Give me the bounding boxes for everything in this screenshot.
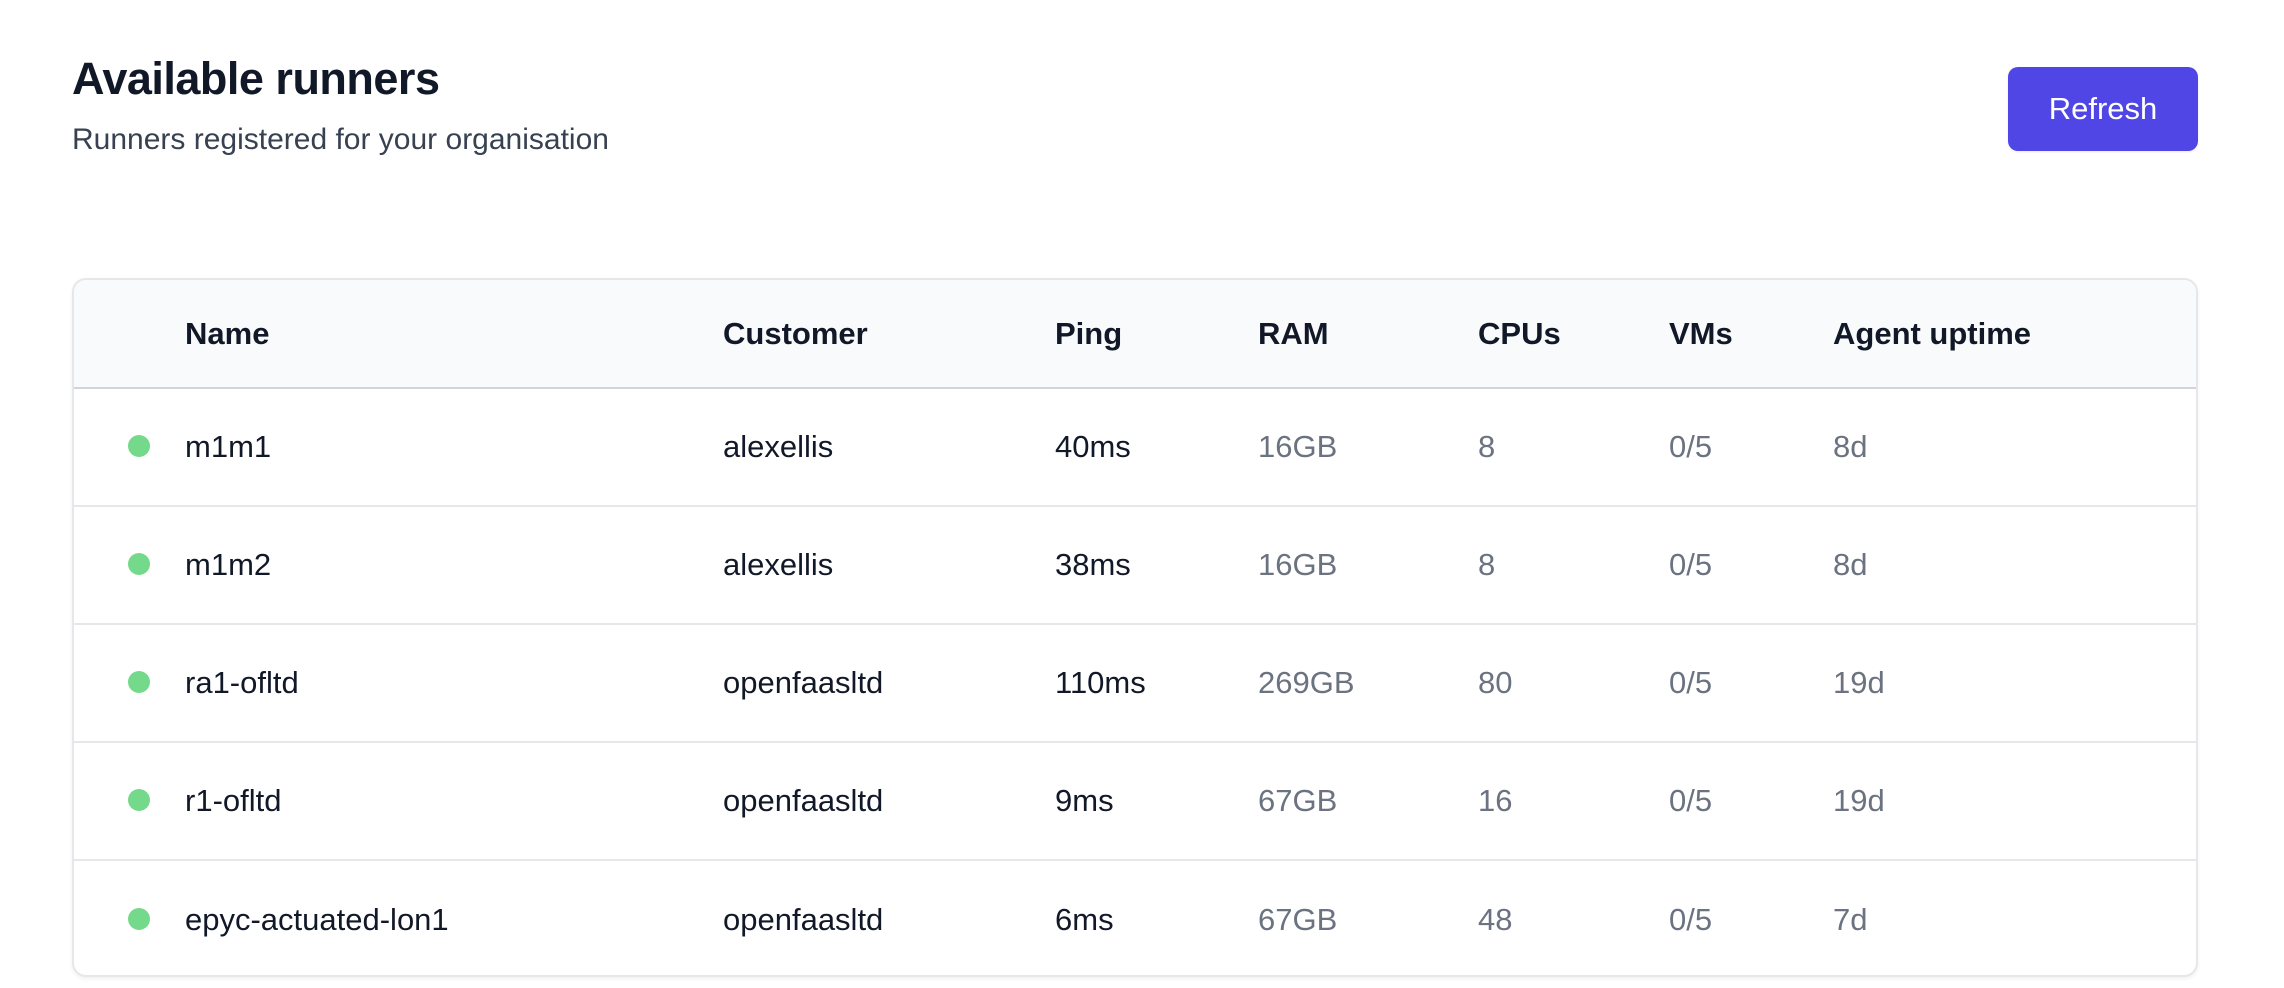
column-header-cpus: CPUs xyxy=(1478,315,1561,351)
table-body: m1m1 alexellis 40ms 16GB 8 0/5 8d m1m2 a… xyxy=(74,388,2196,975)
runner-vms: 0/5 xyxy=(1669,547,1713,582)
runner-vms: 0/5 xyxy=(1669,429,1713,464)
runner-ram: 16GB xyxy=(1258,429,1338,464)
runner-cpus: 48 xyxy=(1478,901,1513,937)
runner-ram: 67GB xyxy=(1258,783,1338,818)
column-header-name: Name xyxy=(185,315,270,351)
runners-table-card: Name Customer Ping RAM CPUs VMs Agent up… xyxy=(72,278,2198,977)
table-row: m1m1 alexellis 40ms 16GB 8 0/5 8d xyxy=(74,388,2196,506)
status-online-icon xyxy=(128,671,150,693)
runner-vms: 0/5 xyxy=(1669,783,1713,818)
runner-name: m1m1 xyxy=(185,429,272,464)
runner-ping: 40ms xyxy=(1055,429,1131,464)
runner-vms: 0/5 xyxy=(1669,665,1713,700)
refresh-button[interactable]: Refresh xyxy=(2008,67,2198,151)
runner-cpus: 80 xyxy=(1478,665,1513,700)
status-online-icon xyxy=(128,435,150,457)
column-header-ram: RAM xyxy=(1258,315,1329,351)
runner-customer: openfaasltd xyxy=(723,783,884,818)
runner-name: r1-ofltd xyxy=(185,783,282,818)
page-title: Available runners xyxy=(72,53,440,104)
status-online-icon xyxy=(128,789,150,811)
column-header-status xyxy=(74,280,185,388)
runner-ram: 269GB xyxy=(1258,665,1355,700)
column-header-agent-uptime: Agent uptime xyxy=(1833,315,2032,351)
column-header-ping: Ping xyxy=(1055,315,1123,351)
column-header-vms: VMs xyxy=(1669,315,1733,351)
runner-cpus: 8 xyxy=(1478,429,1496,464)
runner-customer: openfaasltd xyxy=(723,901,884,937)
runner-agent-uptime: 8d xyxy=(1833,429,1868,464)
runner-cpus: 16 xyxy=(1478,783,1513,818)
runner-name: epyc-actuated-lon1 xyxy=(185,901,449,937)
runner-agent-uptime: 19d xyxy=(1833,783,1885,818)
runner-customer: alexellis xyxy=(723,429,834,464)
runner-vms: 0/5 xyxy=(1669,901,1713,937)
table-row: r1-ofltd openfaasltd 9ms 67GB 16 0/5 19d xyxy=(74,742,2196,860)
runner-ping: 9ms xyxy=(1055,783,1114,818)
column-header-customer: Customer xyxy=(723,315,868,351)
page-header: Available runners Runners registered for… xyxy=(72,50,609,160)
table-header-row: Name Customer Ping RAM CPUs VMs Agent up… xyxy=(74,280,2196,388)
status-online-icon xyxy=(128,907,150,930)
runner-agent-uptime: 8d xyxy=(1833,547,1868,582)
table-row: epyc-actuated-lon1 openfaasltd 6ms 67GB … xyxy=(74,860,2196,975)
runner-agent-uptime: 7d xyxy=(1833,901,1868,937)
runners-table: Name Customer Ping RAM CPUs VMs Agent up… xyxy=(74,280,2196,975)
runner-cpus: 8 xyxy=(1478,547,1496,582)
runner-ram: 16GB xyxy=(1258,547,1338,582)
table-row: ra1-ofltd openfaasltd 110ms 269GB 80 0/5… xyxy=(74,624,2196,742)
runner-name: ra1-ofltd xyxy=(185,665,299,700)
runner-customer: openfaasltd xyxy=(723,665,884,700)
runner-ping: 6ms xyxy=(1055,901,1114,937)
table-row: m1m2 alexellis 38ms 16GB 8 0/5 8d xyxy=(74,506,2196,624)
table-header: Name Customer Ping RAM CPUs VMs Agent up… xyxy=(74,280,2196,388)
page-subtitle: Runners registered for your organisation xyxy=(72,123,609,156)
runner-ping: 110ms xyxy=(1055,665,1146,700)
runner-customer: alexellis xyxy=(723,547,834,582)
runners-page: Available runners Runners registered for… xyxy=(0,0,2284,988)
runner-agent-uptime: 19d xyxy=(1833,665,1885,700)
runner-ping: 38ms xyxy=(1055,547,1131,582)
status-online-icon xyxy=(128,553,150,575)
runner-name: m1m2 xyxy=(185,547,272,582)
runner-ram: 67GB xyxy=(1258,901,1338,937)
